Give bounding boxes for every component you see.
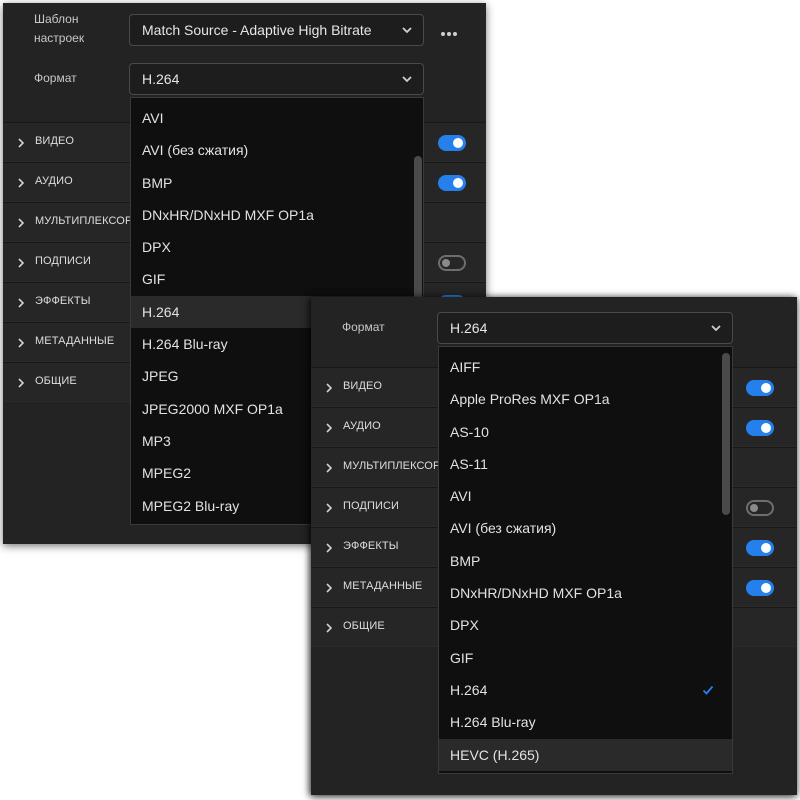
chevron-right-icon [18,138,25,148]
dropdown-scrollbar[interactable] [722,353,730,515]
chevron-right-icon [326,623,333,633]
chevron-right-icon [18,218,25,228]
section-toggle-switch[interactable] [746,380,774,396]
format-label: Формат [342,320,385,334]
dropdown-option[interactable]: DNxHR/DNxHD MXF OP1a [131,199,423,231]
ellipsis-icon [441,32,457,36]
section-toggle-switch[interactable] [438,175,466,191]
export-settings-panel-front: Формат H.264 ВИДЕО АУДИО МУЛЬТИПЛЕКСОР ПОДП… [311,297,797,795]
dropdown-option[interactable]: DNxHR/DNxHD MXF OP1a [439,577,732,609]
chevron-right-icon [326,503,333,513]
section-label: МУЛЬТИПЛЕКСОР [35,215,133,227]
dropdown-option[interactable]: H.264 [439,674,732,706]
section-label: ПОДПИСИ [35,255,92,267]
dropdown-option[interactable]: AS-11 [439,448,732,480]
section-label: ЭФФЕКТЫ [343,540,399,552]
section-toggle-switch[interactable] [438,135,466,151]
preset-value: Match Source - Adaptive High Bitrate [142,22,372,38]
dropdown-option[interactable]: AVI [439,480,732,512]
dropdown-scrollbar[interactable] [414,156,422,300]
dropdown-option[interactable]: AVI (без сжатия) [131,134,423,166]
more-options-button[interactable] [440,26,458,37]
section-toggle-switch[interactable] [746,540,774,556]
chevron-right-icon [326,543,333,553]
dropdown-option[interactable]: BMP [439,545,732,577]
section-label: ВИДЕО [343,380,383,392]
section-label: ВИДЕО [35,135,75,147]
chevron-right-icon [326,383,333,393]
preset-label: Шаблон настроек [34,12,85,45]
format-dropdown-list[interactable]: AIFF Apple ProRes MXF OP1a AS-10 AS-11 AVI AV… [438,346,733,774]
chevron-right-icon [326,583,333,593]
section-toggle-switch[interactable] [746,500,774,516]
dropdown-option[interactable]: AS-10 [439,416,732,448]
section-label: ОБЩИЕ [35,375,77,387]
section-label: ОБЩИЕ [343,620,385,632]
chevron-right-icon [326,463,333,473]
chevron-right-icon [18,338,25,348]
section-label: МЕТАДАННЫЕ [343,580,423,592]
section-label: ПОДПИСИ [343,500,400,512]
chevron-right-icon [18,178,25,188]
format-select[interactable]: H.264 [129,63,424,95]
dropdown-option[interactable]: DPX [439,609,732,641]
chevron-down-icon [402,76,412,83]
dropdown-option[interactable]: AVI (без сжатия) [439,512,732,544]
preset-select[interactable]: Match Source - Adaptive High Bitrate [129,14,424,46]
dropdown-option[interactable]: DPX [131,231,423,263]
format-select[interactable]: H.264 [437,312,733,344]
dropdown-option[interactable]: HEVC (H.265) [439,738,732,771]
chevron-down-icon [402,27,412,34]
dropdown-option[interactable]: H.264 Blu-ray [439,706,732,738]
chevron-right-icon [18,378,25,388]
section-label: МУЛЬТИПЛЕКСОР [343,460,441,472]
dropdown-option[interactable]: GIF [439,642,732,674]
dropdown-option[interactable]: AVI [131,102,423,134]
format-value: H.264 [450,320,488,336]
chevron-right-icon [18,298,25,308]
section-toggle-switch[interactable] [746,420,774,436]
section-toggle-switch[interactable] [746,580,774,596]
section-label: МЕТАДАННЫЕ [35,335,115,347]
section-toggle-switch[interactable] [438,255,466,271]
section-label: АУДИО [35,175,73,187]
dropdown-option[interactable]: AIFF [439,351,732,383]
chevron-right-icon [326,423,333,433]
dropdown-option[interactable]: Apple ProRes MXF OP1a [439,383,732,415]
checkmark-icon [702,685,714,695]
section-label: ЭФФЕКТЫ [35,295,91,307]
format-value: H.264 [142,71,180,87]
dropdown-option[interactable]: BMP [131,167,423,199]
dropdown-option[interactable]: GIF [131,263,423,295]
chevron-down-icon [711,325,721,332]
chevron-right-icon [18,258,25,268]
section-label: АУДИО [343,420,381,432]
format-label: Формат [34,71,77,85]
